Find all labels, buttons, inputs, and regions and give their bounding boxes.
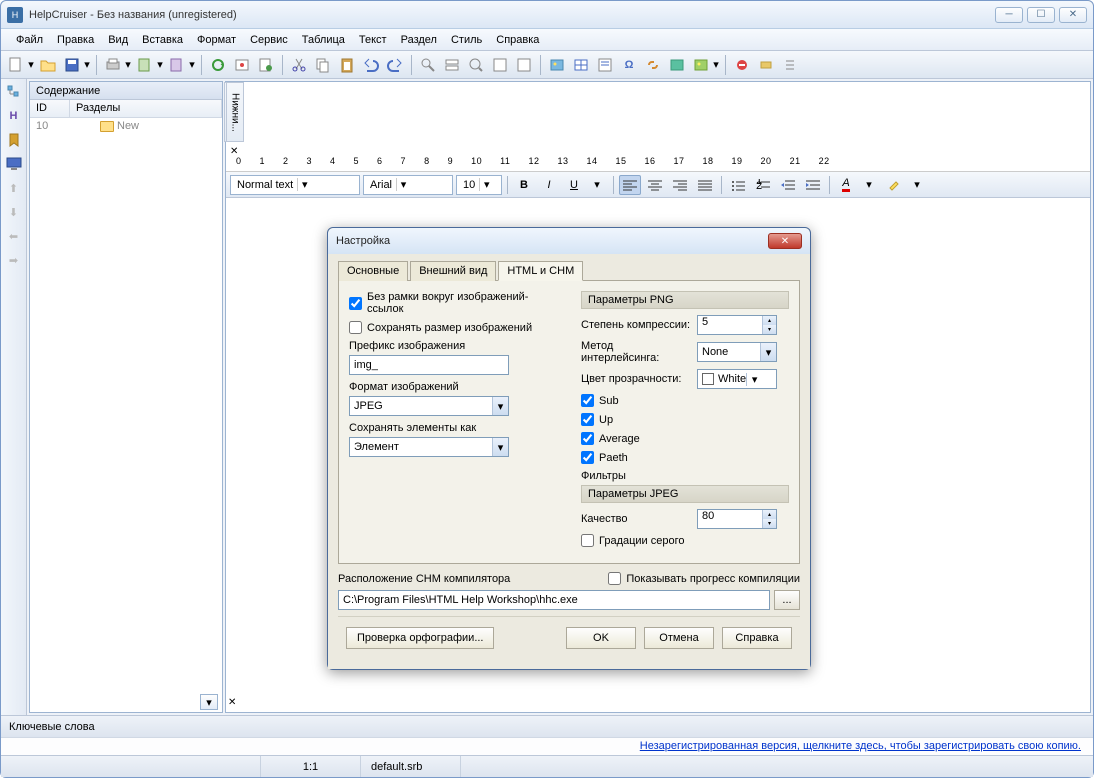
chk-paeth[interactable]: Paeth [581,451,789,464]
prefix-input[interactable] [349,355,509,375]
dialog-title: Настройка [336,235,768,247]
chk-progress[interactable]: Показывать прогресс компиляции [608,572,800,585]
compress-spinbox[interactable]: 5▴▾ [697,315,777,335]
chk-average[interactable]: Average [581,432,789,445]
chk-grayscale[interactable]: Градации серого [581,534,789,547]
chk-keep-size[interactable]: Сохранять размер изображений [349,321,563,334]
lbl-compress: Степень компрессии: [581,319,691,331]
quality-spinbox[interactable]: 80▴▾ [697,509,777,529]
lbl-chm-loc: Расположение CHM компилятора [338,573,510,585]
browse-button[interactable]: ... [774,590,800,610]
tab-appearance[interactable]: Внешний вид [410,261,496,281]
chk-up[interactable]: Up [581,413,789,426]
lbl-trans: Цвет прозрачности: [581,373,691,385]
spellcheck-button[interactable]: Проверка орфографии... [346,627,494,649]
settings-dialog: Настройка ✕ Основные Внешний вид HTML и … [327,227,811,670]
help-button[interactable]: Справка [722,627,792,649]
lbl-save-as: Сохранять элементы как [349,422,563,434]
tab-general[interactable]: Основные [338,261,408,281]
interlace-combo[interactable]: None▾ [697,342,777,362]
tab-html-chm[interactable]: HTML и CHM [498,261,583,281]
cancel-button[interactable]: Отмена [644,627,714,649]
save-as-combo[interactable]: Элемент▾ [349,437,509,457]
lbl-interlace: Метод интерлейсинга: [581,340,691,364]
group-jpeg: Параметры JPEG [581,485,789,503]
dialog-titlebar: Настройка ✕ [328,228,810,254]
chk-sub[interactable]: Sub [581,394,789,407]
group-png: Параметры PNG [581,291,789,309]
dialog-tabs: Основные Внешний вид HTML и CHM [338,260,800,281]
chm-path-input[interactable] [338,590,770,610]
format-combo[interactable]: JPEG▾ [349,396,509,416]
trans-color-combo[interactable]: White▾ [697,369,777,389]
chk-no-border[interactable]: Без рамки вокруг изображений-ссылок [349,291,563,315]
lbl-quality: Качество [581,513,691,525]
ok-button[interactable]: OK [566,627,636,649]
lbl-filters: Фильтры [581,470,789,482]
lbl-prefix: Префикс изображения [349,340,563,352]
lbl-format: Формат изображений [349,381,563,393]
dialog-close-button[interactable]: ✕ [768,233,802,249]
